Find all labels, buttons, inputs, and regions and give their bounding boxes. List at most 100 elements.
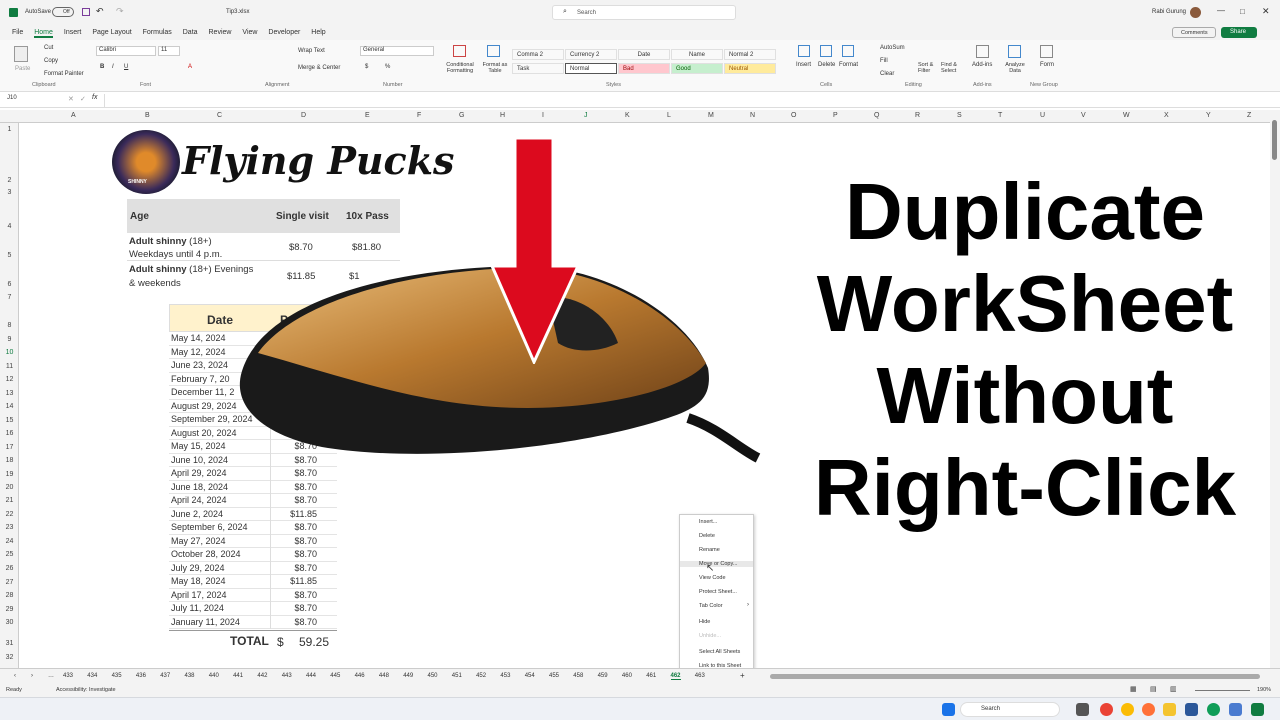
- column-header[interactable]: U: [1040, 112, 1045, 119]
- menu-item-rename[interactable]: Rename: [699, 547, 720, 553]
- menu-item-insert[interactable]: Insert...: [699, 519, 717, 525]
- format-painter-button[interactable]: Format Painter: [44, 71, 84, 77]
- row-header[interactable]: 6: [0, 281, 19, 288]
- folder-icon[interactable]: [1163, 703, 1176, 716]
- row-header[interactable]: 24: [0, 538, 19, 545]
- row-header[interactable]: 5: [0, 252, 19, 259]
- accessibility-status[interactable]: Accessibility: Investigate: [56, 687, 116, 693]
- bold-button[interactable]: B: [100, 64, 104, 70]
- sheet-tab[interactable]: 449: [403, 673, 413, 679]
- analyze-data-button[interactable]: Analyze Data: [1003, 62, 1027, 74]
- column-header[interactable]: T: [998, 112, 1002, 119]
- addins-icon[interactable]: [976, 45, 989, 58]
- delete-cells-icon[interactable]: [820, 45, 832, 57]
- style-comma2[interactable]: Comma 2: [512, 49, 564, 60]
- menu-item-delete[interactable]: Delete: [699, 533, 715, 539]
- sheet-tab[interactable]: 448: [379, 673, 389, 679]
- add-sheet-icon[interactable]: +: [740, 671, 745, 680]
- firefox-icon[interactable]: [1142, 703, 1155, 716]
- column-header[interactable]: K: [625, 112, 630, 119]
- column-header[interactable]: N: [750, 112, 755, 119]
- menu-item-select-all[interactable]: Select All Sheets: [699, 649, 740, 655]
- sheet-tab[interactable]: 460: [622, 673, 632, 679]
- horizontal-scrollbar[interactable]: [770, 674, 1260, 679]
- column-header[interactable]: E: [365, 112, 370, 119]
- sheet-tab[interactable]: 452: [476, 673, 486, 679]
- row-header[interactable]: 11: [0, 363, 19, 370]
- style-date[interactable]: Date: [618, 49, 670, 60]
- paste-icon[interactable]: [14, 46, 28, 62]
- row-header[interactable]: 4: [0, 223, 19, 230]
- sheet-tab[interactable]: 434: [87, 673, 97, 679]
- format-cells-button[interactable]: Format: [839, 62, 858, 68]
- style-task[interactable]: Task: [512, 63, 564, 74]
- style-currency2[interactable]: Currency 2: [565, 49, 617, 60]
- zoom-slider[interactable]: [1195, 690, 1250, 691]
- sheet-tab[interactable]: 454: [525, 673, 535, 679]
- menu-item-protect-sheet[interactable]: Protect Sheet...: [699, 589, 737, 595]
- column-header[interactable]: C: [217, 112, 222, 119]
- column-header[interactable]: H: [500, 112, 505, 119]
- tab-insert[interactable]: Insert: [64, 29, 82, 36]
- sheet-tab[interactable]: 437: [160, 673, 170, 679]
- column-header[interactable]: G: [459, 112, 464, 119]
- style-neutral[interactable]: Neutral: [724, 63, 776, 74]
- zoom-level[interactable]: 190%: [1257, 687, 1271, 693]
- style-normal[interactable]: Normal: [565, 63, 617, 74]
- tab-file[interactable]: File: [12, 29, 23, 36]
- font-size-select[interactable]: 11: [158, 46, 180, 56]
- maximize-icon[interactable]: □: [1240, 7, 1245, 16]
- tab-home[interactable]: Home: [34, 29, 53, 38]
- windows-start-icon[interactable]: [942, 703, 955, 716]
- row-header[interactable]: 28: [0, 592, 19, 599]
- row-header[interactable]: 12: [0, 376, 19, 383]
- row-header[interactable]: 17: [0, 444, 19, 451]
- format-table-icon[interactable]: [487, 45, 500, 57]
- row-header[interactable]: 1: [0, 126, 19, 133]
- app-icon[interactable]: [1185, 703, 1198, 716]
- column-header[interactable]: L: [667, 112, 671, 119]
- sheet-tab[interactable]: 445: [330, 673, 340, 679]
- copy-button[interactable]: Copy: [44, 58, 58, 64]
- normal-view-icon[interactable]: ▦: [1130, 685, 1137, 693]
- minimize-icon[interactable]: —: [1217, 6, 1225, 15]
- sheet-tab[interactable]: 451: [452, 673, 462, 679]
- row-header[interactable]: 19: [0, 471, 19, 478]
- style-bad[interactable]: Bad: [618, 63, 670, 74]
- format-cells-icon[interactable]: [842, 45, 854, 57]
- insert-cells-icon[interactable]: [798, 45, 810, 57]
- tab-page-layout[interactable]: Page Layout: [92, 29, 131, 36]
- save-icon[interactable]: [82, 8, 90, 16]
- autosave-toggle[interactable]: Off: [52, 7, 74, 17]
- menu-item-tab-color[interactable]: Tab Color: [699, 603, 723, 609]
- name-box[interactable]: J10: [4, 95, 56, 106]
- column-header[interactable]: W: [1123, 112, 1130, 119]
- row-header[interactable]: 30: [0, 619, 19, 626]
- sheet-tab[interactable]: 455: [549, 673, 559, 679]
- addins-button[interactable]: Add-ins: [972, 62, 992, 68]
- scroll-thumb[interactable]: [1272, 120, 1277, 160]
- column-header[interactable]: I: [542, 112, 544, 119]
- excel-taskbar-icon[interactable]: [1251, 703, 1264, 716]
- number-format-select[interactable]: General: [360, 46, 434, 56]
- sheet-tab[interactable]: 441: [233, 673, 243, 679]
- autosum-button[interactable]: AutoSum: [880, 45, 905, 51]
- sheet-tab[interactable]: 461: [646, 673, 656, 679]
- sheet-tab[interactable]: 440: [209, 673, 219, 679]
- filename[interactable]: Tip3.xlsx: [226, 9, 249, 15]
- column-header[interactable]: O: [791, 112, 796, 119]
- row-header[interactable]: 27: [0, 579, 19, 586]
- redo-icon[interactable]: ↷: [116, 6, 124, 17]
- row-header[interactable]: 22: [0, 511, 19, 518]
- font-color-button[interactable]: A: [188, 64, 192, 70]
- sort-filter-button[interactable]: Sort & Filter: [918, 62, 940, 74]
- wrap-text-button[interactable]: Wrap Text: [298, 48, 325, 54]
- column-header[interactable]: V: [1081, 112, 1086, 119]
- sheet-tab[interactable]: 462: [670, 673, 681, 680]
- format-as-table-button[interactable]: Format as Table: [480, 62, 510, 74]
- sheet-tab[interactable]: 436: [136, 673, 146, 679]
- row-header[interactable]: 14: [0, 403, 19, 410]
- currency-button[interactable]: $: [365, 64, 368, 70]
- sheet-tab[interactable]: 459: [598, 673, 608, 679]
- row-header[interactable]: 16: [0, 430, 19, 437]
